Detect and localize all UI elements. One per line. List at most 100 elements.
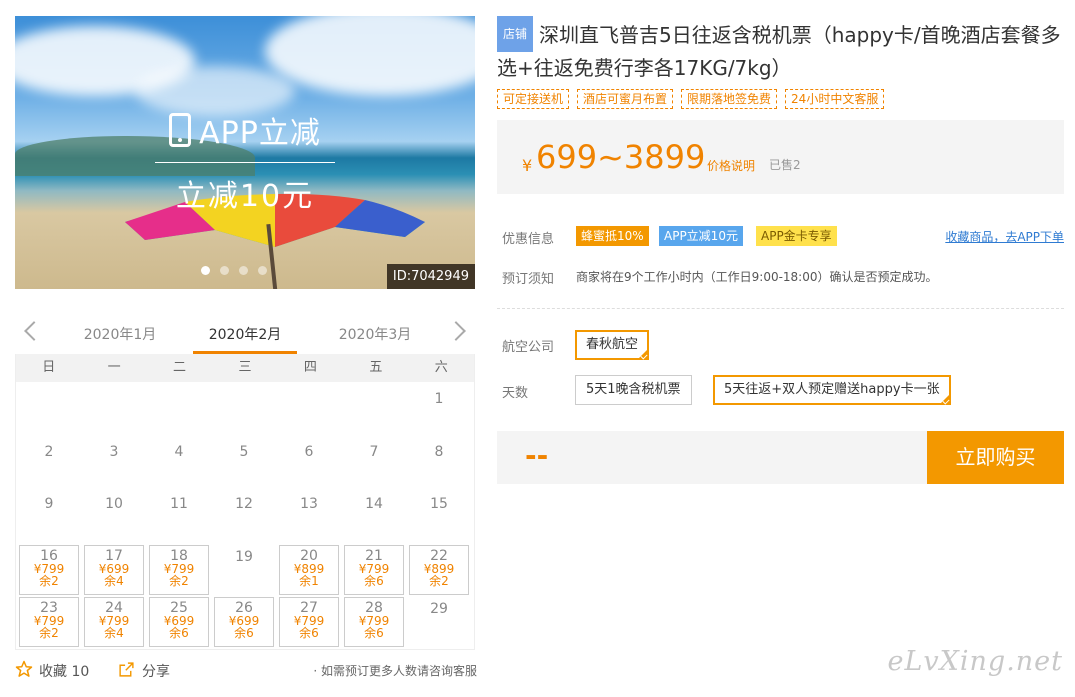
favorite-button[interactable]: 收藏 10 <box>39 661 89 681</box>
day-number: 14 <box>365 496 383 512</box>
calendar-day-available[interactable]: 27 ¥799 余6 <box>279 597 339 647</box>
day-number: 21 <box>365 547 383 564</box>
calendar-day-available[interactable]: 17 ¥699 余4 <box>84 544 144 595</box>
day-number: 19 <box>235 548 253 565</box>
month-tab-next[interactable]: 2020年3月 <box>325 324 425 344</box>
day-number: 29 <box>430 601 448 617</box>
day-price: ¥899 <box>293 561 325 576</box>
price-explanation-link[interactable]: 价格说明 <box>707 157 755 174</box>
weekday-row: 日 一 二 三 四 五 六 <box>16 354 474 382</box>
star-icon[interactable] <box>15 660 33 678</box>
price-range: 699~3899 <box>536 138 706 176</box>
day-number: 12 <box>235 496 253 512</box>
calendar-day: 1 <box>409 387 469 437</box>
store-tag[interactable]: 店铺 <box>497 16 534 52</box>
prev-month-icon[interactable] <box>24 321 44 341</box>
calendar: 日 一 二 三 四 五 六 1 2 3 4 5 6 7 8 9 10 11 12 13 14 15 16 ¥79… <box>15 354 475 650</box>
carousel-dot[interactable] <box>220 266 229 275</box>
day-number: 26 <box>235 600 253 616</box>
share-icon[interactable] <box>118 661 135 678</box>
promo-label: 优惠信息 <box>502 232 555 247</box>
days-option-1[interactable]: 5天1晚含税机票 <box>575 375 692 405</box>
carousel-dot[interactable] <box>239 266 248 275</box>
day-number: 28 <box>365 600 383 616</box>
calendar-day-available[interactable]: 24 ¥799 余4 <box>84 597 144 647</box>
carousel-dot[interactable] <box>258 266 267 275</box>
calendar-day: 29 <box>409 597 469 647</box>
calendar-day-available[interactable]: 20 ¥899 余1 <box>279 544 339 595</box>
next-month-icon[interactable] <box>446 321 466 341</box>
product-id-badge: ID:7042949 <box>386 264 475 289</box>
calendar-day-available[interactable]: 25 ¥699 余6 <box>149 597 209 647</box>
day-number: 8 <box>434 443 444 460</box>
day-number: 2 <box>44 443 54 460</box>
day-price: ¥799 <box>163 561 195 576</box>
price-box: ¥ 699~3899 价格说明 已售2 <box>497 120 1064 194</box>
buy-bar: -- 立即购买 <box>497 431 1064 484</box>
day-number: 17 <box>105 547 123 564</box>
calendar-day-available[interactable]: 18 ¥799 余2 <box>149 544 209 595</box>
total-price: -- <box>525 439 549 472</box>
calendar-day-available[interactable]: 23 ¥799 余2 <box>19 597 79 647</box>
weekday-label: 日 <box>42 360 56 375</box>
day-number: 15 <box>430 496 448 512</box>
feature-tag: 可定接送机 <box>497 89 570 109</box>
option-label: 5天往返+双人预定赠送happy卡一张 <box>724 382 940 397</box>
app-discount-overlay: APP立减 立减10元 <box>155 108 335 215</box>
check-icon <box>942 397 950 405</box>
feature-tag: 24小时中文客服 <box>785 89 885 109</box>
day-stock: 余2 <box>169 573 189 588</box>
day-number: 4 <box>174 443 184 460</box>
weekday-label: 三 <box>238 360 252 375</box>
calendar-day-available[interactable]: 28 ¥799 余6 <box>344 597 404 647</box>
calendar-day: 19 <box>214 545 274 595</box>
buy-now-button[interactable]: 立即购买 <box>927 431 1064 484</box>
day-stock: 余4 <box>104 573 124 588</box>
day-number: 7 <box>369 443 379 460</box>
calendar-day-available[interactable]: 21 ¥799 余6 <box>344 544 404 595</box>
calendar-day: 13 <box>279 492 339 542</box>
feature-tag: 限期落地签免费 <box>681 89 778 109</box>
days-option-2-selected[interactable]: 5天往返+双人预定赠送happy卡一张 <box>713 375 951 405</box>
product-title-block: 店铺 深圳直飞普吉5日往返含税机票（happy卡/首晚酒店套餐多选+往返免费行李各… <box>497 16 1065 84</box>
day-number: 23 <box>40 600 58 616</box>
app-order-link[interactable]: 收藏商品，去APP下单 <box>945 228 1064 245</box>
airline-option-selected[interactable]: 春秋航空 <box>575 330 650 360</box>
calendar-day-available[interactable]: 22 ¥899 余2 <box>409 544 469 595</box>
calendar-day: 15 <box>409 492 469 542</box>
promo-badge-app: APP立减10元 <box>659 226 743 246</box>
day-number: 27 <box>300 600 318 616</box>
day-stock: 余1 <box>299 573 319 588</box>
day-price: ¥899 <box>423 561 455 576</box>
day-stock: 余4 <box>104 626 124 640</box>
option-label: 春秋航空 <box>586 337 639 352</box>
cloud <box>265 16 475 96</box>
currency-symbol: ¥ <box>522 156 533 175</box>
month-tab-prev[interactable]: 2020年1月 <box>70 324 170 344</box>
carousel-dot[interactable] <box>201 266 210 275</box>
calendar-day-available[interactable]: 16 ¥799 余2 <box>19 544 79 595</box>
day-number: 3 <box>109 443 119 460</box>
calendar-day: 8 <box>409 440 469 490</box>
product-banner[interactable]: APP立减 立减10元 ID:7042949 <box>15 16 475 289</box>
promo-badge-goldcard: APP金卡专享 <box>756 226 837 246</box>
booking-label: 预订须知 <box>502 272 555 287</box>
app-text: APP立减 <box>199 116 321 151</box>
share-button[interactable]: 分享 <box>142 661 170 681</box>
day-number: 24 <box>105 600 123 616</box>
day-number: 9 <box>44 496 54 512</box>
calendar-day-available[interactable]: 26 ¥699 余6 <box>214 597 274 647</box>
feature-tag: 酒店可蜜月布置 <box>577 89 674 109</box>
day-stock: 余2 <box>429 573 449 588</box>
divider <box>497 308 1064 309</box>
calendar-day: 6 <box>279 440 339 490</box>
contact-note: · 如需预订更多人数请咨询客服 <box>313 664 477 678</box>
weekday-label: 一 <box>107 360 121 375</box>
carousel-dots <box>201 266 267 275</box>
divider <box>155 162 335 163</box>
day-number: 20 <box>300 547 318 564</box>
day-stock: 余2 <box>39 573 59 588</box>
calendar-day: 10 <box>84 492 144 542</box>
month-tab-current[interactable]: 2020年2月 <box>193 324 297 354</box>
calendar-day: 2 <box>19 440 79 490</box>
